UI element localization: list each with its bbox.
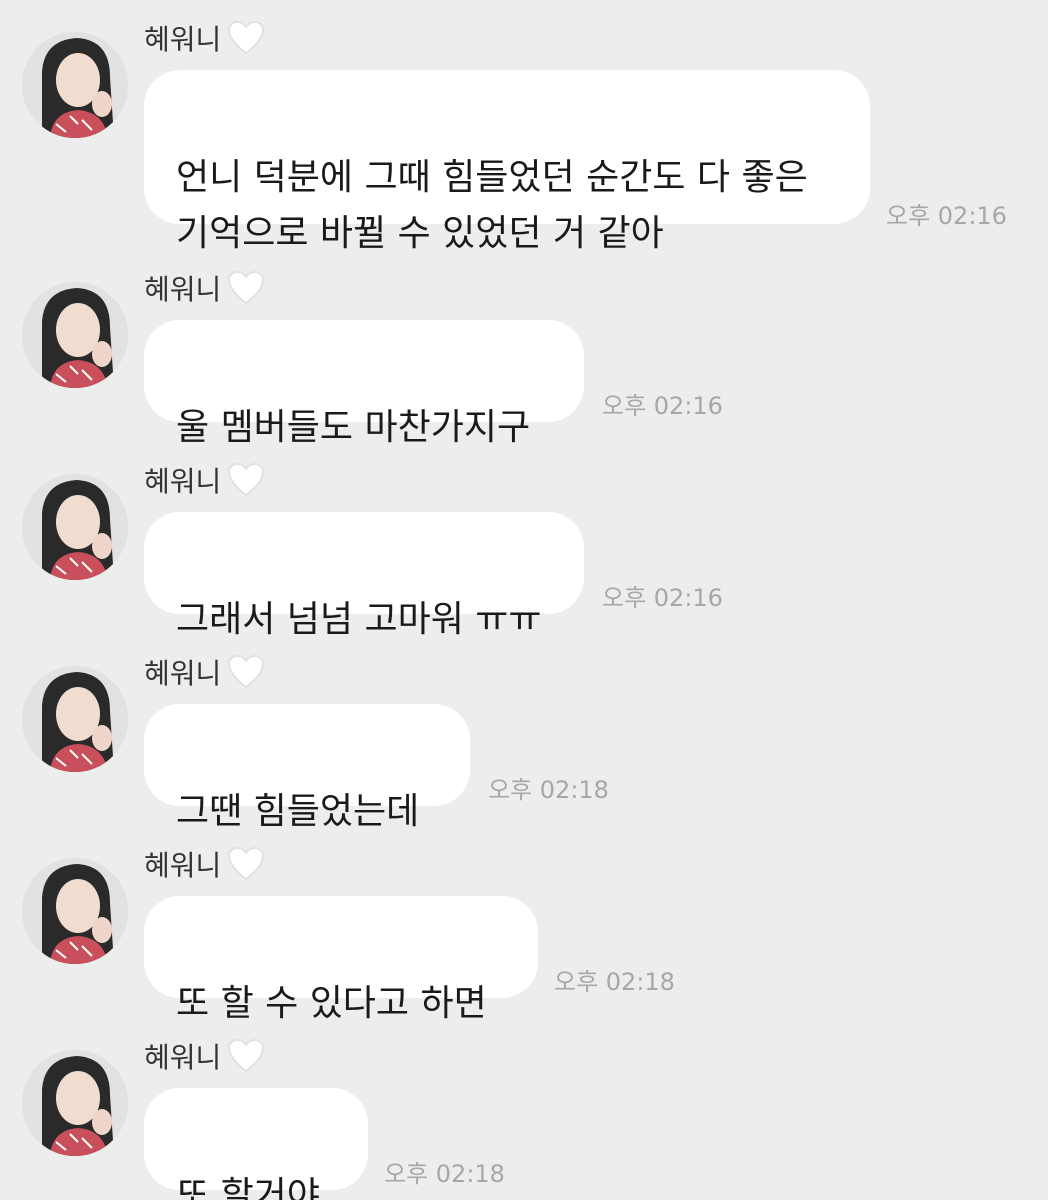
sender-name: 혜워니 (144, 1041, 222, 1074)
message-row: 혜워니 그땐 힘들었는데 오후 02:18 (0, 634, 1048, 832)
message-timestamp: 오후 02:18 (384, 1160, 505, 1188)
message-row: 혜워니 울 멤버들도 마찬가지구 오후 02:16 (0, 250, 1048, 448)
avatar[interactable] (22, 666, 128, 772)
message-timestamp: 오후 02:16 (602, 584, 723, 612)
message-bubble[interactable]: 그땐 힘들었는데 (144, 704, 470, 832)
avatar[interactable] (22, 858, 128, 964)
white-heart-icon (227, 1038, 265, 1074)
message-bubble[interactable]: 그래서 넘넘 고마워 ㅠㅠ (144, 512, 584, 640)
sender-name-row: 혜워니 (144, 844, 265, 884)
sender-name-row: 혜워니 (144, 460, 265, 500)
sender-name: 혜워니 (144, 849, 222, 882)
chat-thread: 혜워니 언니 덕분에 그때 힘들었던 순간도 다 좋은 기억으로 바뀔 수 있었… (0, 0, 1048, 1200)
message-row: 혜워니 그래서 넘넘 고마워 ㅠㅠ 오후 02:16 (0, 442, 1048, 640)
message-bubble[interactable]: 언니 덕분에 그때 힘들었던 순간도 다 좋은 기억으로 바뀔 수 있었던 거 … (144, 70, 870, 254)
white-heart-icon (227, 654, 265, 690)
sender-name-row: 혜워니 (144, 652, 265, 692)
message-bubble[interactable]: 울 멤버들도 마찬가지구 (144, 320, 584, 448)
message-row: 혜워니 또 할 수 있다고 하면 오후 02:18 (0, 826, 1048, 1024)
message-row: 혜워니 또 할거야 오후 02:18 (0, 1018, 1048, 1200)
message-timestamp: 오후 02:16 (602, 392, 723, 420)
message-text: 또 할거야 (176, 1175, 320, 1200)
sender-name: 혜워니 (144, 465, 222, 498)
avatar[interactable] (22, 474, 128, 580)
message-timestamp: 오후 02:16 (886, 202, 1007, 230)
message-text: 언니 덕분에 그때 힘들었던 순간도 다 좋은 기억으로 바뀔 수 있었던 거 … (176, 157, 808, 254)
message-timestamp: 오후 02:18 (554, 968, 675, 996)
sender-name: 혜워니 (144, 273, 222, 306)
message-bubble[interactable]: 또 할거야 (144, 1088, 368, 1200)
white-heart-icon (227, 20, 265, 56)
message-row: 혜워니 언니 덕분에 그때 힘들었던 순간도 다 좋은 기억으로 바뀔 수 있었… (0, 0, 1048, 254)
avatar[interactable] (22, 32, 128, 138)
avatar[interactable] (22, 282, 128, 388)
avatar[interactable] (22, 1050, 128, 1156)
message-timestamp: 오후 02:18 (488, 776, 609, 804)
white-heart-icon (227, 846, 265, 882)
sender-name-row: 혜워니 (144, 18, 265, 58)
sender-name: 혜워니 (144, 23, 222, 56)
sender-name-row: 혜워니 (144, 1036, 265, 1076)
white-heart-icon (227, 270, 265, 306)
sender-name-row: 혜워니 (144, 268, 265, 308)
message-bubble[interactable]: 또 할 수 있다고 하면 (144, 896, 538, 1024)
white-heart-icon (227, 462, 265, 498)
sender-name: 혜워니 (144, 657, 222, 690)
